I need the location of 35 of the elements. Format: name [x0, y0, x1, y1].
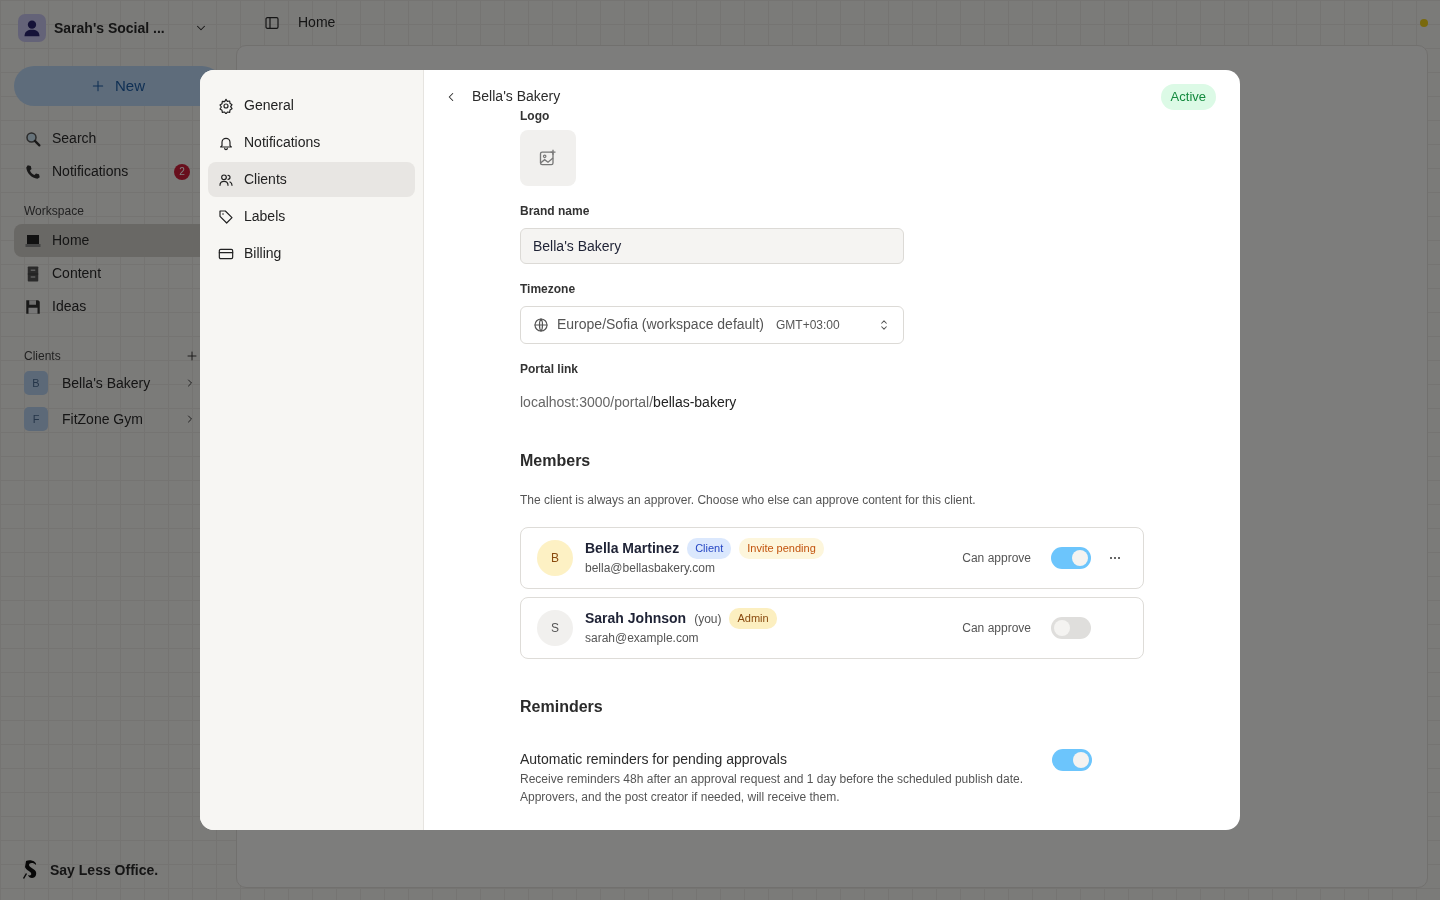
member-avatar: B	[537, 539, 573, 576]
toggle-label: Can approve	[962, 619, 1031, 637]
workspace-name[interactable]: Sarah's Social ...	[54, 17, 165, 39]
section-title: Reminders	[520, 696, 604, 717]
portal-link[interactable]: localhost:3000/portal/bellas-bakery	[520, 391, 1144, 413]
setting-title: Automatic reminders for pending approvals	[520, 749, 788, 769]
status-badge: Active	[1160, 84, 1216, 110]
timezone-offset: GMT+03:00	[776, 316, 840, 334]
section-heading: Workspace	[23, 203, 85, 220]
field-label: Brand name	[520, 202, 591, 220]
field-label: Logo	[520, 109, 551, 122]
member-name: Sarah Johnson	[585, 609, 687, 628]
role-tag: Client	[687, 538, 732, 559]
member-note: (you)	[694, 610, 722, 628]
text-field[interactable]: Bella's Bakery	[520, 227, 904, 264]
member-avatar: S	[537, 609, 573, 646]
section-title: Members	[520, 450, 592, 471]
member-name: Bella Martinez	[585, 539, 680, 558]
field-label: Timezone	[520, 280, 577, 298]
field-label: Portal link	[520, 360, 579, 378]
sidebar-item[interactable]: Ideas	[14, 290, 222, 323]
member-email: bella@bellasbakery.com	[585, 560, 717, 577]
brand-name: Say Less Office.	[50, 860, 159, 880]
settings-tab[interactable]: Clients	[208, 162, 415, 197]
count-badge: 2	[174, 163, 190, 180]
section-heading: Clients	[23, 348, 62, 365]
role-tag: Invite pending	[739, 538, 824, 559]
page-title: Home	[298, 13, 336, 32]
toggle-label: Can approve	[962, 549, 1031, 567]
setting-description: Receive reminders 48h after an approval request and 1 day before the scheduled publish date. Approvers, and the post creator if needed, will receive them.	[520, 770, 1024, 806]
section-description: The client is always an approver. Choose who else can approve content for this client.	[520, 491, 977, 509]
timezone-select[interactable]: Europe/Sofia (workspace default) GMT+03:00	[520, 305, 904, 344]
role-tag: Admin	[729, 608, 777, 629]
dialog-title: Bella's Bakery	[472, 87, 561, 107]
member-email: sarah@example.com	[585, 630, 700, 647]
